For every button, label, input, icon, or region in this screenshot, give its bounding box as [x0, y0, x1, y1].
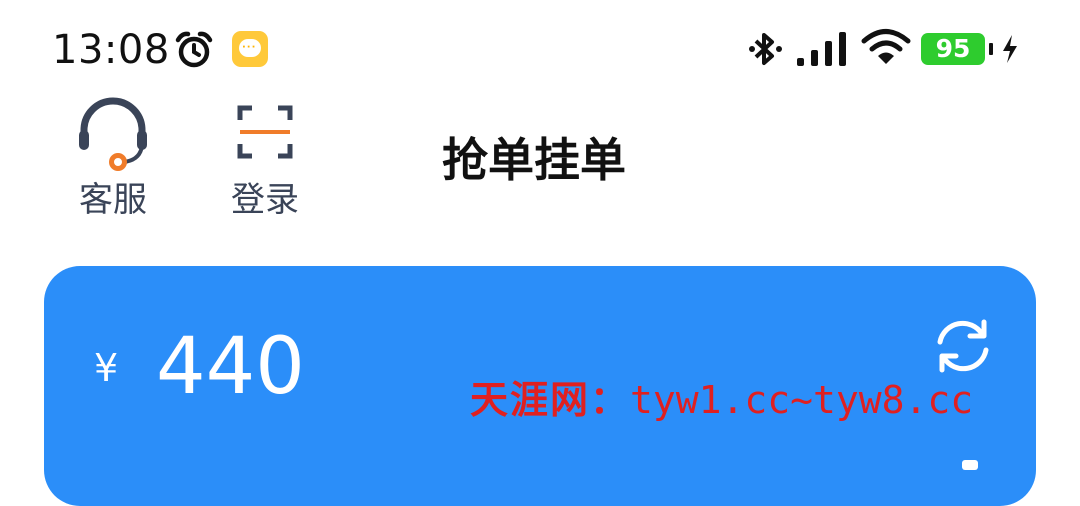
- status-bar: 13:08 ··· 95: [0, 0, 1080, 96]
- watermark-urls: tyw1.cc~tyw8.cc: [630, 378, 974, 422]
- message-app-icon: ···: [232, 31, 268, 67]
- battery-icon: 95: [921, 33, 985, 65]
- refresh-icon[interactable]: [932, 318, 994, 374]
- charging-bolt-icon: [1003, 35, 1017, 63]
- battery-cap: [989, 43, 993, 55]
- status-time: 13:08: [52, 27, 170, 73]
- customer-service-button[interactable]: 客服: [70, 96, 156, 220]
- card-corner-mark: [962, 460, 978, 470]
- signal-icon: [797, 32, 846, 66]
- login-button[interactable]: 登录: [222, 96, 308, 220]
- scan-icon: [237, 105, 293, 159]
- customer-service-label: 客服: [79, 180, 147, 220]
- wifi-icon: [861, 29, 911, 64]
- currency-symbol: ¥: [94, 346, 119, 390]
- watermark: 天涯网：tyw1.cc~tyw8.cc: [470, 376, 973, 424]
- watermark-site-name: 天涯网：: [470, 377, 631, 422]
- balance-amount: 440: [156, 322, 305, 412]
- page-title: 抢单挂单: [442, 133, 626, 187]
- login-label: 登录: [231, 180, 299, 220]
- bluetooth-icon: [749, 33, 782, 65]
- headset-icon: [79, 97, 147, 171]
- alarm-clock-icon: [175, 31, 213, 68]
